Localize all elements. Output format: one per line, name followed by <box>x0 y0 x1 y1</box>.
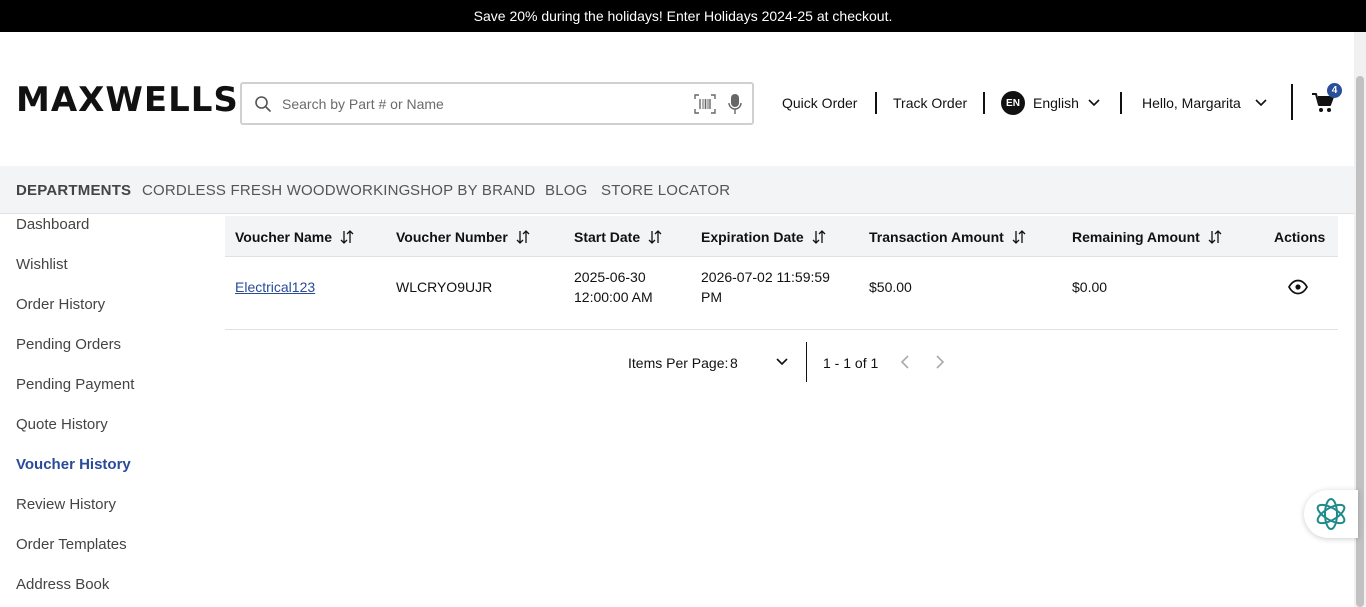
voucher-number-cell: WLCRYO9UJR <box>396 279 493 295</box>
items-per-page-label: Items Per Page: <box>628 355 729 371</box>
chevron-down-icon[interactable] <box>1088 99 1100 107</box>
column-header-expiration-date[interactable]: Expiration Date <box>701 229 826 245</box>
menu-item-shop-by-brand[interactable]: SHOP BY BRAND <box>410 182 535 200</box>
divider <box>875 92 877 114</box>
sort-icon[interactable] <box>340 230 354 244</box>
column-header-transaction-amount[interactable]: Transaction Amount <box>869 229 1026 245</box>
column-header-actions: Actions <box>1274 229 1326 245</box>
sort-icon[interactable] <box>648 230 662 244</box>
ai-assistant-button[interactable] <box>1304 490 1358 538</box>
divider <box>1120 92 1122 114</box>
items-per-page-select[interactable]: 8 <box>730 355 738 371</box>
sort-icon[interactable] <box>1012 230 1026 244</box>
ai-assistant-icon <box>1316 498 1346 530</box>
sidebar-item-order-history[interactable]: Order History <box>16 295 105 315</box>
sort-icon[interactable] <box>516 230 530 244</box>
voucher-name-cell: Electrical123 <box>235 277 315 297</box>
chevron-down-icon[interactable] <box>1255 99 1267 107</box>
column-header-start-date[interactable]: Start Date <box>574 229 662 245</box>
menu-item-blog[interactable]: BLOG <box>545 182 587 200</box>
column-header-remaining-amount[interactable]: Remaining Amount <box>1072 229 1222 245</box>
site-header: MAXWELLS Quick Order Track Order EN Engl… <box>0 32 1354 166</box>
chevron-left-icon[interactable] <box>900 355 910 369</box>
start-date-cell: 2025-06-30 12:00:00 AM <box>574 269 653 305</box>
sidebar-item-dashboard[interactable]: Dashboard <box>16 215 89 235</box>
divider <box>983 92 985 114</box>
track-order-link[interactable]: Track Order <box>893 94 967 112</box>
menu-item-cordless[interactable]: CORDLESS FRESH WOODWORKING <box>142 182 411 200</box>
barcode-scan-icon[interactable] <box>694 94 716 114</box>
sort-icon[interactable] <box>1208 230 1222 244</box>
sidebar-item-pending-orders[interactable]: Pending Orders <box>16 335 121 355</box>
promo-banner: Save 20% during the holidays! Enter Holi… <box>0 0 1366 32</box>
chevron-right-icon[interactable] <box>935 355 945 369</box>
sidebar-item-pending-payment[interactable]: Pending Payment <box>16 375 134 395</box>
search-icon <box>255 96 271 112</box>
account-menu[interactable]: Hello, Margarita <box>1142 94 1241 112</box>
divider <box>806 342 807 382</box>
menu-departments[interactable]: DEPARTMENTS <box>16 182 131 200</box>
table-row: Electrical123 WLCRYO9UJR 2025-06-30 12:0… <box>225 257 1338 330</box>
language-badge[interactable]: EN <box>1001 91 1025 115</box>
chevron-down-icon[interactable] <box>776 358 788 366</box>
sidebar-item-order-templates[interactable]: Order Templates <box>16 535 127 555</box>
column-header-voucher-number[interactable]: Voucher Number <box>396 229 530 245</box>
sort-icon[interactable] <box>812 230 826 244</box>
menu-item-store-locator[interactable]: STORE LOCATOR <box>601 182 730 200</box>
view-eye-icon[interactable] <box>1288 279 1308 295</box>
sidebar-item-voucher-history[interactable]: Voucher History <box>16 455 131 475</box>
site-logo[interactable]: MAXWELLS <box>16 80 239 120</box>
promo-text: Save 20% during the holidays! Enter Holi… <box>473 8 893 24</box>
divider <box>1291 84 1293 120</box>
cart-count-badge: 4 <box>1327 83 1342 98</box>
search-input[interactable] <box>282 92 682 116</box>
search-bar <box>240 82 754 125</box>
sidebar-item-address-book[interactable]: Address Book <box>16 575 109 595</box>
microphone-icon[interactable] <box>728 93 742 115</box>
main-menu: DEPARTMENTS CORDLESS FRESH WOODWORKING S… <box>0 166 1354 214</box>
expiration-date-cell: 2026-07-02 11:59:59 PM <box>701 269 830 305</box>
sidebar-item-review-history[interactable]: Review History <box>16 495 116 515</box>
voucher-table-header: Voucher Name Voucher Number Start Date E… <box>225 216 1338 257</box>
sidebar-item-wishlist[interactable]: Wishlist <box>16 255 68 275</box>
page-range: 1 - 1 of 1 <box>823 355 879 371</box>
transaction-amount-cell: $50.00 <box>869 279 912 295</box>
voucher-name-link[interactable]: Electrical123 <box>235 279 315 295</box>
remaining-amount-cell: $0.00 <box>1072 279 1108 295</box>
language-selector[interactable]: English <box>1033 94 1079 112</box>
sidebar-item-quote-history[interactable]: Quote History <box>16 415 108 435</box>
column-header-voucher-name[interactable]: Voucher Name <box>235 229 354 245</box>
quick-order-link[interactable]: Quick Order <box>782 94 857 112</box>
